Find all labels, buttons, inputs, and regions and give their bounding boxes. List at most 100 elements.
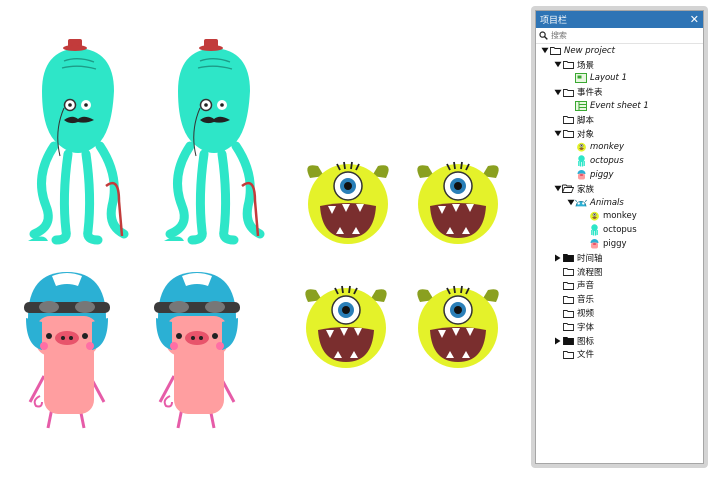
tree-toggle (553, 115, 562, 124)
tree-item-label: monkey (603, 211, 637, 222)
folder-icon (562, 115, 574, 125)
piggy-icon (575, 170, 587, 180)
tree-item-label: monkey (590, 142, 625, 153)
octopus-sprite[interactable] (24, 36, 134, 246)
monkey-sprite[interactable] (412, 282, 504, 370)
layout-canvas[interactable] (0, 0, 530, 480)
piggy-icon (588, 239, 600, 249)
tree-item[interactable]: octopus (536, 223, 703, 237)
tree-item-label: 图标 (577, 336, 595, 347)
tree-item-label: 文件 (577, 350, 595, 361)
tree-toggle[interactable] (553, 253, 562, 262)
search-bar (536, 28, 703, 44)
tree-item-label: 字体 (577, 322, 595, 333)
expand-arrow-icon[interactable] (554, 89, 562, 96)
folder-icon (562, 87, 574, 97)
piggy-sprite[interactable] (22, 268, 112, 430)
tree-toggle[interactable] (553, 336, 562, 345)
tree-toggle[interactable] (553, 184, 562, 193)
tree-item[interactable]: 文件 (536, 348, 703, 362)
folder-icon (562, 308, 574, 318)
tree-item-label: Animals (590, 197, 624, 208)
tree-toggle (553, 295, 562, 304)
expand-arrow-icon[interactable] (554, 130, 562, 137)
tree-item-label: 声音 (577, 281, 595, 292)
folder-icon (562, 294, 574, 304)
monkey-sprite[interactable] (412, 158, 504, 246)
tree-item[interactable]: monkey (536, 210, 703, 224)
tree-item[interactable]: piggy (536, 168, 703, 182)
tree-toggle (566, 102, 575, 111)
tree-item-label: Layout 1 (590, 73, 628, 84)
tree-toggle[interactable] (566, 198, 575, 207)
tree-toggle (566, 74, 575, 83)
search-input[interactable] (550, 31, 700, 40)
folder-icon (562, 267, 574, 277)
collapse-arrow-icon[interactable] (554, 337, 561, 345)
tree-item[interactable]: 脚本 (536, 113, 703, 127)
tree-item[interactable]: 视频 (536, 306, 703, 320)
folder-icon (562, 280, 574, 290)
tree-item-label: piggy (603, 239, 627, 250)
tree-item[interactable]: 流程图 (536, 265, 703, 279)
tree-item[interactable]: monkey (536, 141, 703, 155)
tree-item-label: 脚本 (577, 115, 595, 126)
expand-arrow-icon[interactable] (541, 47, 549, 54)
tree-toggle (566, 143, 575, 152)
tree-toggle[interactable] (553, 88, 562, 97)
tree-item-label: octopus (590, 156, 624, 167)
octopus-icon (588, 224, 600, 236)
folder-filled-icon (562, 336, 574, 346)
tree-item[interactable]: 声音 (536, 279, 703, 293)
tree-item[interactable]: 音乐 (536, 292, 703, 306)
octopus-icon (575, 155, 587, 167)
expand-arrow-icon[interactable] (554, 185, 562, 192)
monkey-icon (588, 211, 600, 222)
tree-item[interactable]: Layout 1 (536, 72, 703, 86)
tree-item[interactable]: 事件表 (536, 85, 703, 99)
tree-item[interactable]: Animals (536, 196, 703, 210)
tree-item[interactable]: New project (536, 44, 703, 58)
tree-item-label: 事件表 (577, 88, 603, 99)
tree-toggle[interactable] (553, 60, 562, 69)
tree-item[interactable]: 图标 (536, 334, 703, 348)
folder-icon (562, 322, 574, 332)
collapse-arrow-icon[interactable] (554, 254, 561, 262)
tree-toggle (579, 212, 588, 221)
tree-item-label: 音乐 (577, 295, 595, 306)
folder-open-icon (562, 184, 574, 194)
tree-item[interactable]: 家族 (536, 182, 703, 196)
monkey-sprite[interactable] (300, 282, 392, 370)
panel-title: 项目栏 (540, 16, 568, 26)
close-icon[interactable]: ✕ (690, 14, 699, 25)
tree-item[interactable]: 时间轴 (536, 251, 703, 265)
tree-item-label: 场景 (577, 60, 595, 71)
tree-item-label: 视频 (577, 309, 595, 320)
tree-toggle[interactable] (553, 129, 562, 138)
tree-toggle (553, 322, 562, 331)
tree-item[interactable]: octopus (536, 154, 703, 168)
expand-arrow-icon[interactable] (554, 61, 562, 68)
tree-item[interactable]: 对象 (536, 127, 703, 141)
folder-icon (562, 60, 574, 70)
folder-icon (562, 349, 574, 359)
tree-item[interactable]: 字体 (536, 320, 703, 334)
tree-item-label: piggy (590, 170, 614, 181)
tree-toggle (553, 350, 562, 359)
tree-toggle[interactable] (540, 46, 549, 55)
octopus-sprite[interactable] (160, 36, 270, 246)
tree-item[interactable]: 场景 (536, 58, 703, 72)
layout-icon (575, 73, 587, 84)
expand-arrow-icon[interactable] (567, 199, 575, 206)
tree-toggle (579, 226, 588, 235)
folder-icon (562, 129, 574, 139)
tree-toggle (553, 281, 562, 290)
monkey-sprite[interactable] (302, 158, 394, 246)
folder-filled-icon (562, 253, 574, 263)
folder-icon (549, 46, 561, 56)
tree-item[interactable]: Event sheet 1 (536, 99, 703, 113)
tree-toggle (579, 240, 588, 249)
tree-item[interactable]: piggy (536, 237, 703, 251)
panel-titlebar[interactable]: 项目栏 ✕ (536, 11, 703, 28)
piggy-sprite[interactable] (152, 268, 242, 430)
